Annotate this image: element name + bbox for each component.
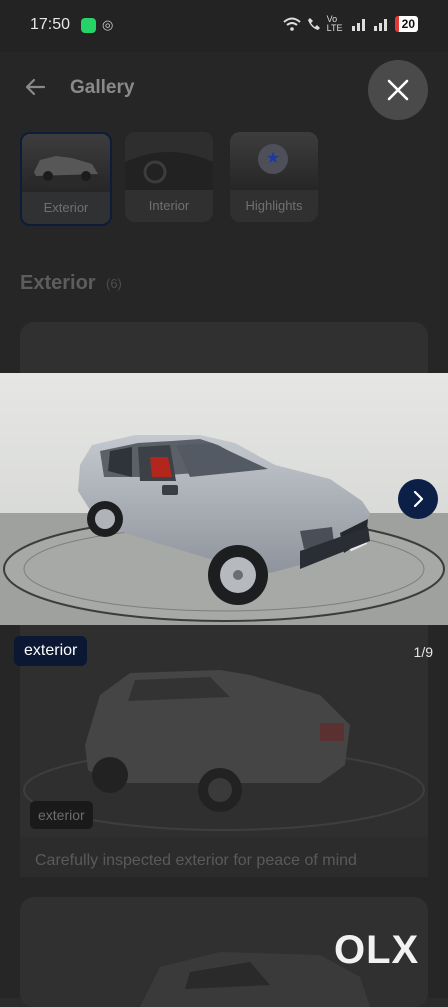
battery-indicator: 20 <box>394 16 418 32</box>
status-time: 17:50 <box>30 16 71 33</box>
olx-logo: OLX <box>334 928 420 972</box>
close-icon <box>387 79 409 101</box>
tab-highlights[interactable]: ★ Highlights <box>230 132 318 222</box>
call-icon <box>307 18 320 30</box>
wifi-icon <box>282 17 301 31</box>
image-counter: 1/9 <box>413 644 433 660</box>
star-icon: ★ <box>258 144 288 174</box>
tab-interior[interactable]: Interior <box>125 132 213 222</box>
signal-icon-2 <box>373 19 387 31</box>
network-label: Vo LTE <box>326 14 343 33</box>
viewer-category-badge: exterior <box>14 636 88 666</box>
card-caption: Carefully inspected exterior for peace o… <box>35 852 357 869</box>
chevron-right-icon <box>413 490 424 508</box>
page-title: Gallery <box>70 77 135 98</box>
at-icon: ◎ <box>102 17 114 32</box>
section-title: Exterior <box>20 272 96 294</box>
next-image-button[interactable] <box>398 479 438 519</box>
signal-icon <box>351 19 365 31</box>
tab-exterior[interactable]: Exterior <box>20 132 112 226</box>
card-badge: exterior <box>30 801 93 829</box>
close-button[interactable] <box>368 60 428 120</box>
section-count: (6) <box>106 276 122 291</box>
highlights-thumbnail: ★ <box>230 132 318 190</box>
arrow-left-icon[interactable] <box>22 74 48 100</box>
tab-label: Highlights <box>245 198 303 213</box>
status-bar: 17:50 ◎ Vo LTE 20 <box>0 0 448 52</box>
exterior-thumbnail <box>22 134 110 192</box>
car-exterior-photo <box>0 373 448 625</box>
tab-label: Interior <box>148 198 190 213</box>
status-indicators: Vo LTE 20 <box>282 14 418 33</box>
whatsapp-icon <box>81 18 96 33</box>
interior-thumbnail <box>125 132 213 190</box>
tab-label: Exterior <box>43 200 89 215</box>
image-viewer[interactable] <box>0 373 448 625</box>
